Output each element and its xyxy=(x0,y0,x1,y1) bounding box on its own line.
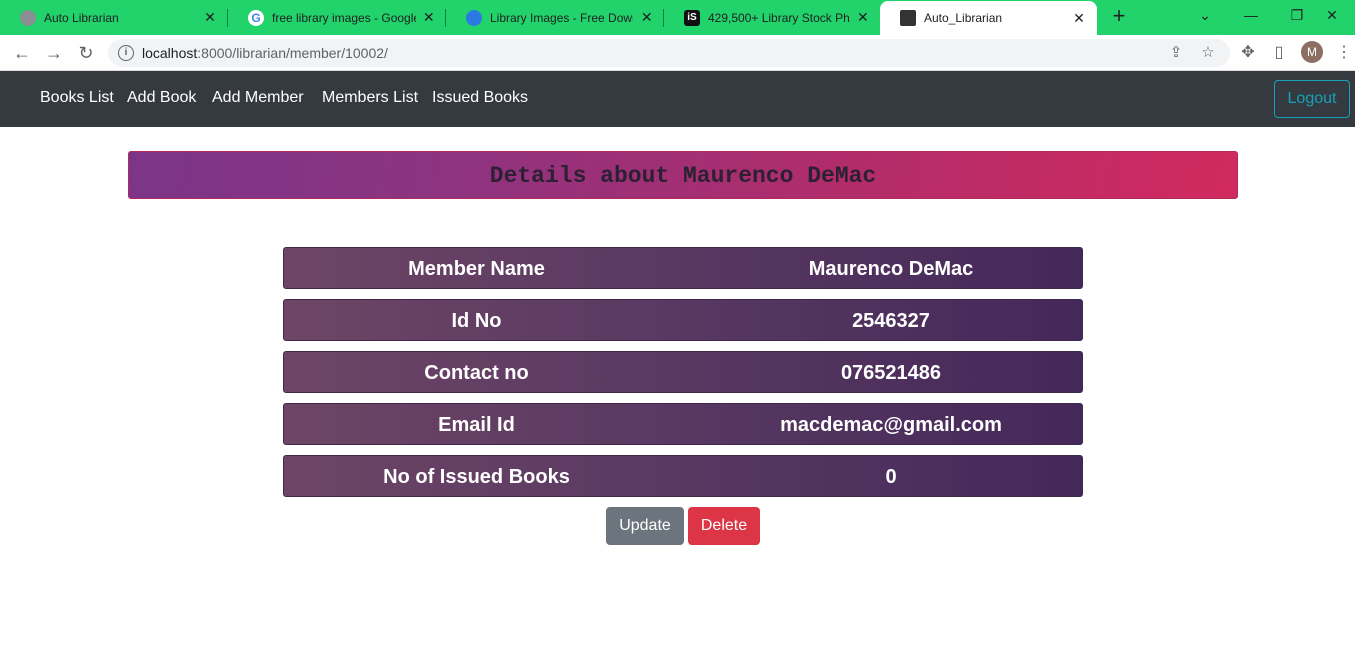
menu-kebab-icon[interactable]: ⋮ xyxy=(1332,41,1355,65)
tab-search-icon[interactable]: ⌄ xyxy=(1182,0,1228,30)
nav-issued-books[interactable]: Issued Books xyxy=(432,89,528,107)
detail-row-contact-no: Contact no 076521486 xyxy=(283,351,1083,393)
address-bar[interactable]: i localhost:8000/librarian/member/10002/… xyxy=(108,39,1230,67)
close-tab-icon[interactable]: ✕ xyxy=(1071,10,1087,27)
logout-button[interactable]: Logout xyxy=(1274,80,1350,118)
browser-tab-library-images[interactable]: Library Images - Free Downlo ✕ xyxy=(446,0,664,35)
close-tab-icon[interactable]: ✕ xyxy=(639,9,654,26)
pixabay-icon xyxy=(466,9,482,26)
browser-tab-active[interactable]: Auto_Librarian ✕ xyxy=(880,1,1097,35)
detail-value: 076521486 xyxy=(840,362,942,384)
istock-icon: iS xyxy=(684,9,700,26)
back-icon[interactable]: ← xyxy=(10,41,34,65)
update-button[interactable]: Update xyxy=(606,507,684,545)
library-icon xyxy=(900,10,916,26)
delete-button[interactable]: Delete xyxy=(688,507,760,545)
extensions-icon[interactable]: ✥ xyxy=(1236,41,1260,65)
close-tab-icon[interactable]: ✕ xyxy=(202,9,218,26)
site-info-icon[interactable]: i xyxy=(118,45,134,61)
tab-title: Library Images - Free Downlo xyxy=(490,10,634,25)
forward-icon[interactable]: → xyxy=(42,41,66,65)
browser-toolbar: ← → ↻ i localhost:8000/librarian/member/… xyxy=(0,35,1355,71)
browser-tab-stock-photos[interactable]: iS 429,500+ Library Stock Photo ✕ xyxy=(664,0,880,35)
detail-label: Member Name xyxy=(408,258,545,280)
detail-label: Email Id xyxy=(438,414,515,436)
detail-row-email: Email Id macdemac@gmail.com xyxy=(283,403,1083,445)
tab-title: free library images - Google S xyxy=(272,10,416,25)
nav-books-list[interactable]: Books List xyxy=(40,89,114,107)
side-panel-icon[interactable]: ▯ xyxy=(1267,41,1291,65)
detail-label: No of Issued Books xyxy=(383,466,570,488)
bookmark-star-icon[interactable]: ☆ xyxy=(1199,44,1217,62)
url-host: localhost xyxy=(142,45,198,61)
close-tab-icon[interactable]: ✕ xyxy=(856,9,870,26)
nav-add-book[interactable]: Add Book xyxy=(127,89,196,107)
nav-add-member[interactable]: Add Member xyxy=(212,89,304,107)
reload-icon[interactable]: ↻ xyxy=(74,41,98,65)
page-title: Details about Maurenco DeMac xyxy=(489,163,877,189)
detail-value: 2546327 xyxy=(852,310,930,332)
detail-row-id-no: Id No 2546327 xyxy=(283,299,1083,341)
close-tab-icon[interactable]: ✕ xyxy=(422,9,436,26)
detail-label: Id No xyxy=(451,310,502,332)
profile-avatar[interactable]: M xyxy=(1301,41,1323,63)
detail-row-issued-books: No of Issued Books 0 xyxy=(283,455,1083,497)
tab-title: Auto_Librarian xyxy=(924,11,1003,25)
tab-title: Auto Librarian xyxy=(44,10,119,25)
url-path: :8000/librarian/member/10002/ xyxy=(197,45,388,61)
detail-value: macdemac@gmail.com xyxy=(780,414,1002,436)
detail-value: 0 xyxy=(885,466,897,488)
minimize-icon[interactable]: — xyxy=(1228,0,1274,30)
share-icon[interactable]: ⇪ xyxy=(1167,44,1185,62)
nav-members-list[interactable]: Members List xyxy=(322,89,418,107)
detail-label: Contact no xyxy=(424,362,529,384)
tab-title: 429,500+ Library Stock Photo xyxy=(708,10,850,25)
url-text[interactable]: localhost:8000/librarian/member/10002/ xyxy=(142,45,388,61)
page-title-banner: Details about Maurenco DeMac xyxy=(128,151,1238,199)
site-navbar: Books List Add Book Add Member Members L… xyxy=(0,71,1355,127)
browser-tab-google[interactable]: G free library images - Google S ✕ xyxy=(228,0,446,35)
new-tab-button[interactable]: + xyxy=(1108,5,1130,29)
close-window-icon[interactable]: ✕ xyxy=(1309,0,1355,30)
google-icon: G xyxy=(248,9,264,26)
browser-tab-strip: Auto Librarian ✕ G free library images -… xyxy=(0,0,1355,35)
globe-icon xyxy=(20,9,36,26)
detail-row-member-name: Member Name Maurenco DeMac xyxy=(283,247,1083,289)
detail-value: Maurenco DeMac xyxy=(808,258,974,280)
browser-tab-auto-librarian[interactable]: Auto Librarian ✕ xyxy=(0,0,228,35)
